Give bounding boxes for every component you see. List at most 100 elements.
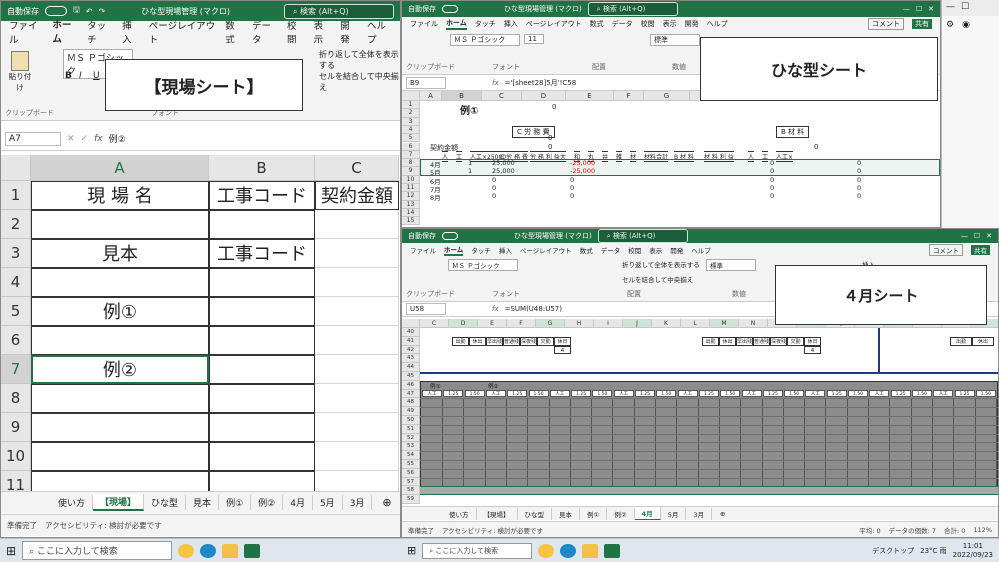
autosave-toggle[interactable] bbox=[442, 232, 458, 240]
menu-insert[interactable]: 挿入 bbox=[504, 19, 518, 29]
row-header[interactable]: 5 bbox=[402, 134, 420, 143]
search-box[interactable]: ⌕ 検索 (Alt+Q) bbox=[284, 3, 394, 19]
tab-genba[interactable]: 【現場】 bbox=[93, 494, 145, 511]
menu-review[interactable]: 校閲 bbox=[628, 245, 641, 255]
row-header[interactable]: 52 bbox=[402, 433, 420, 443]
column-header[interactable]: B bbox=[442, 91, 482, 101]
maximize-icon[interactable]: ☐ bbox=[961, 2, 969, 14]
windows-start-icon[interactable]: ⊞ bbox=[407, 544, 416, 557]
row-header[interactable]: 50 bbox=[402, 416, 420, 425]
table-cell[interactable] bbox=[315, 413, 399, 442]
row-header[interactable]: 47 bbox=[402, 389, 420, 399]
clock[interactable]: 11:01 2022/09/23 bbox=[953, 542, 993, 560]
table-cell[interactable] bbox=[315, 297, 399, 326]
menu-developer[interactable]: 開発 bbox=[340, 18, 357, 46]
menu-view[interactable]: 表示 bbox=[649, 245, 662, 255]
menu-home[interactable]: ホーム bbox=[446, 18, 467, 30]
row-header[interactable]: 51 bbox=[402, 424, 420, 434]
menu-developer[interactable]: 開発 bbox=[685, 19, 699, 29]
zoom-level[interactable]: 112% bbox=[973, 526, 992, 534]
menu-developer[interactable]: 開発 bbox=[670, 245, 683, 255]
tab-usage[interactable]: 使い方 bbox=[442, 507, 477, 520]
row-header[interactable]: 6 bbox=[1, 326, 31, 355]
row-header[interactable]: 14 bbox=[402, 208, 420, 218]
menu-home[interactable]: ホーム bbox=[444, 244, 464, 256]
tab-mihon[interactable]: 見本 bbox=[552, 507, 580, 520]
row-header[interactable]: 10 bbox=[1, 442, 31, 471]
row-header[interactable]: 57 bbox=[402, 477, 420, 487]
menu-touch[interactable]: タッチ bbox=[471, 245, 491, 255]
search-box[interactable]: ⌕ 検索 (Alt+Q) bbox=[597, 229, 688, 243]
underline-button[interactable]: U bbox=[93, 71, 100, 81]
column-header[interactable]: F bbox=[614, 91, 644, 101]
column-header[interactable]: J bbox=[623, 319, 652, 328]
table-cell[interactable] bbox=[209, 297, 315, 326]
table-cell[interactable] bbox=[209, 355, 315, 384]
share-button[interactable]: 共有 bbox=[971, 244, 990, 255]
column-header[interactable]: F bbox=[507, 319, 536, 328]
tab-april[interactable]: 4月 bbox=[283, 495, 313, 510]
maximize-icon[interactable]: ☐ bbox=[916, 5, 922, 13]
weather-icon[interactable] bbox=[538, 543, 555, 558]
table-cell[interactable] bbox=[315, 210, 399, 239]
table-cell[interactable] bbox=[209, 384, 315, 413]
row-header[interactable]: 12 bbox=[402, 192, 420, 201]
menu-view[interactable]: 表示 bbox=[663, 19, 677, 29]
folder-icon[interactable] bbox=[222, 543, 239, 558]
row-header[interactable]: 5 bbox=[1, 297, 31, 326]
accessibility-status[interactable]: アクセシビリティ: 検討が必要です bbox=[45, 520, 162, 531]
tab-genba[interactable]: 【現場】 bbox=[477, 507, 518, 520]
tab-may[interactable]: 5月 bbox=[313, 495, 343, 510]
minimize-icon[interactable]: — bbox=[946, 2, 955, 14]
tab-rei2[interactable]: 例② bbox=[607, 507, 635, 520]
column-header[interactable]: K bbox=[652, 319, 681, 328]
menu-file[interactable]: ファイル bbox=[9, 18, 42, 46]
menu-page-layout[interactable]: ページレイアウト bbox=[149, 18, 215, 46]
tab-rei1[interactable]: 例① bbox=[219, 495, 252, 510]
excel-icon[interactable] bbox=[604, 543, 621, 558]
number-format-select[interactable]: 標準 bbox=[650, 34, 700, 46]
row-header[interactable]: 15 bbox=[402, 217, 420, 226]
menu-help[interactable]: ヘルプ bbox=[367, 18, 392, 46]
merge-center-button[interactable]: セルを結合して中央揃え bbox=[319, 71, 400, 93]
weather-icon[interactable] bbox=[178, 543, 195, 558]
column-header[interactable]: B bbox=[209, 155, 315, 181]
row-header[interactable]: 58 bbox=[402, 486, 420, 496]
edge-icon[interactable] bbox=[200, 543, 217, 558]
fx-icon[interactable]: fx bbox=[94, 134, 103, 144]
row-header[interactable]: 2 bbox=[402, 109, 420, 118]
table-cell[interactable]: 現 場 名 bbox=[31, 181, 209, 210]
minimize-icon[interactable]: — bbox=[961, 232, 968, 240]
fx-icon[interactable]: fx bbox=[492, 305, 499, 313]
menu-review[interactable]: 校閲 bbox=[287, 18, 304, 46]
comment-button[interactable]: コメント bbox=[868, 18, 904, 30]
merge-center-button[interactable]: セルを結合して中央揃え bbox=[622, 274, 693, 284]
row-header[interactable]: 49 bbox=[402, 407, 420, 416]
row-header[interactable]: 55 bbox=[402, 460, 420, 469]
font-select[interactable]: ＭＳ Ｐゴシック bbox=[450, 34, 520, 46]
menu-file[interactable]: ファイル bbox=[410, 19, 438, 29]
folder-icon[interactable] bbox=[582, 543, 599, 558]
row-header[interactable]: 40 bbox=[402, 328, 420, 337]
column-header[interactable]: N bbox=[739, 319, 768, 328]
menu-formulas[interactable]: 数式 bbox=[590, 19, 604, 29]
menu-data[interactable]: データ bbox=[252, 18, 277, 46]
row-header[interactable]: 3 bbox=[402, 117, 420, 126]
column-header[interactable]: I bbox=[594, 319, 623, 328]
formula-input[interactable]: =SUM(U48:U57) bbox=[505, 305, 562, 313]
menu-help[interactable]: ヘルプ bbox=[707, 19, 728, 29]
row-header[interactable]: 53 bbox=[402, 442, 420, 452]
row-header[interactable]: 8 bbox=[1, 384, 31, 413]
row-header[interactable]: 13 bbox=[402, 200, 420, 209]
row-header[interactable]: 45 bbox=[402, 372, 420, 381]
tab-april[interactable]: 4月 bbox=[634, 507, 661, 520]
row-header[interactable]: 9 bbox=[1, 413, 31, 442]
cancel-icon[interactable]: ✕ bbox=[67, 134, 75, 144]
table-cell[interactable] bbox=[31, 326, 209, 355]
table-cell[interactable]: 例② bbox=[31, 355, 209, 384]
accessibility-status[interactable]: アクセシビリティ: 検討が必要です bbox=[442, 525, 543, 535]
table-cell[interactable]: 見本 bbox=[31, 239, 209, 268]
gear-icon[interactable]: ⚙ bbox=[946, 20, 954, 30]
table-cell[interactable] bbox=[31, 210, 209, 239]
avatar[interactable]: ◉ bbox=[962, 20, 970, 30]
